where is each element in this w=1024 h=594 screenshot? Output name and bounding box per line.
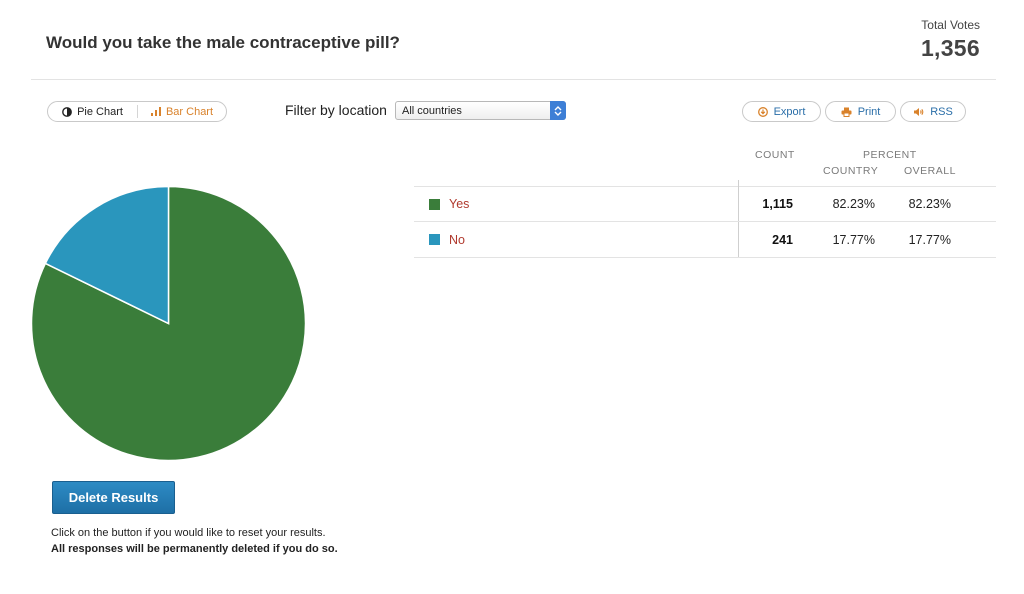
export-icon [757,106,768,117]
total-votes: Total Votes 1,356 [921,18,980,62]
poll-question: Would you take the male contraceptive pi… [46,33,400,52]
table-row: No 241 17.77% 17.77% [414,222,996,257]
bar-chart-label: Bar Chart [165,105,214,118]
filter-by-location-label: Filter by location [285,102,387,118]
table-row: Yes 1,115 82.23% 82.23% [414,187,996,222]
row-percent-country: 82.23% [832,197,875,211]
legend-swatch-yes [429,199,440,210]
pie-chart-button[interactable]: Pie Chart [48,102,137,121]
printer-icon [841,107,852,117]
row-percent-country: 17.77% [832,233,875,247]
header-divider [31,79,996,80]
location-select-value: All countries [402,104,462,117]
pie-chart [30,185,307,462]
row-percent-overall: 82.23% [908,197,951,211]
export-label: Export [773,105,806,118]
delete-results-button[interactable]: Delete Results [52,481,175,514]
row-percent-overall: 17.77% [908,233,951,247]
pie-chart-label: Pie Chart [77,105,123,118]
total-votes-value: 1,356 [920,35,980,61]
row-count: 241 [772,233,793,247]
print-label: Print [857,105,881,118]
pie-chart-icon [62,106,72,117]
row-count: 1,115 [762,197,793,211]
export-button[interactable]: Export [742,101,821,122]
chart-type-toggle: Pie Chart Bar Chart [47,101,227,122]
delete-warning: All responses will be permanently delete… [51,543,338,555]
rss-label: RSS [930,105,953,118]
pie-chart-svg [30,185,307,462]
bar-chart-button[interactable]: Bar Chart [137,105,226,118]
legend-swatch-no [429,234,440,245]
row-label-no[interactable]: No [449,233,465,247]
overall-column-header: OVERALL [904,165,956,177]
table-bottom-divider [414,257,996,258]
count-column-header: COUNT [755,149,795,161]
total-votes-label: Total Votes [921,18,980,32]
row-label-yes[interactable]: Yes [449,197,469,211]
select-arrows-icon [550,101,566,120]
rss-button[interactable]: RSS [900,101,966,122]
rss-speaker-icon [913,107,924,117]
reset-note: Click on the button if you would like to… [51,527,326,539]
country-column-header: COUNTRY [823,165,879,177]
percent-column-header: PERCENT [863,149,917,161]
location-select[interactable]: All countries [395,101,566,120]
bar-chart-icon [150,107,161,116]
print-button[interactable]: Print [825,101,896,122]
